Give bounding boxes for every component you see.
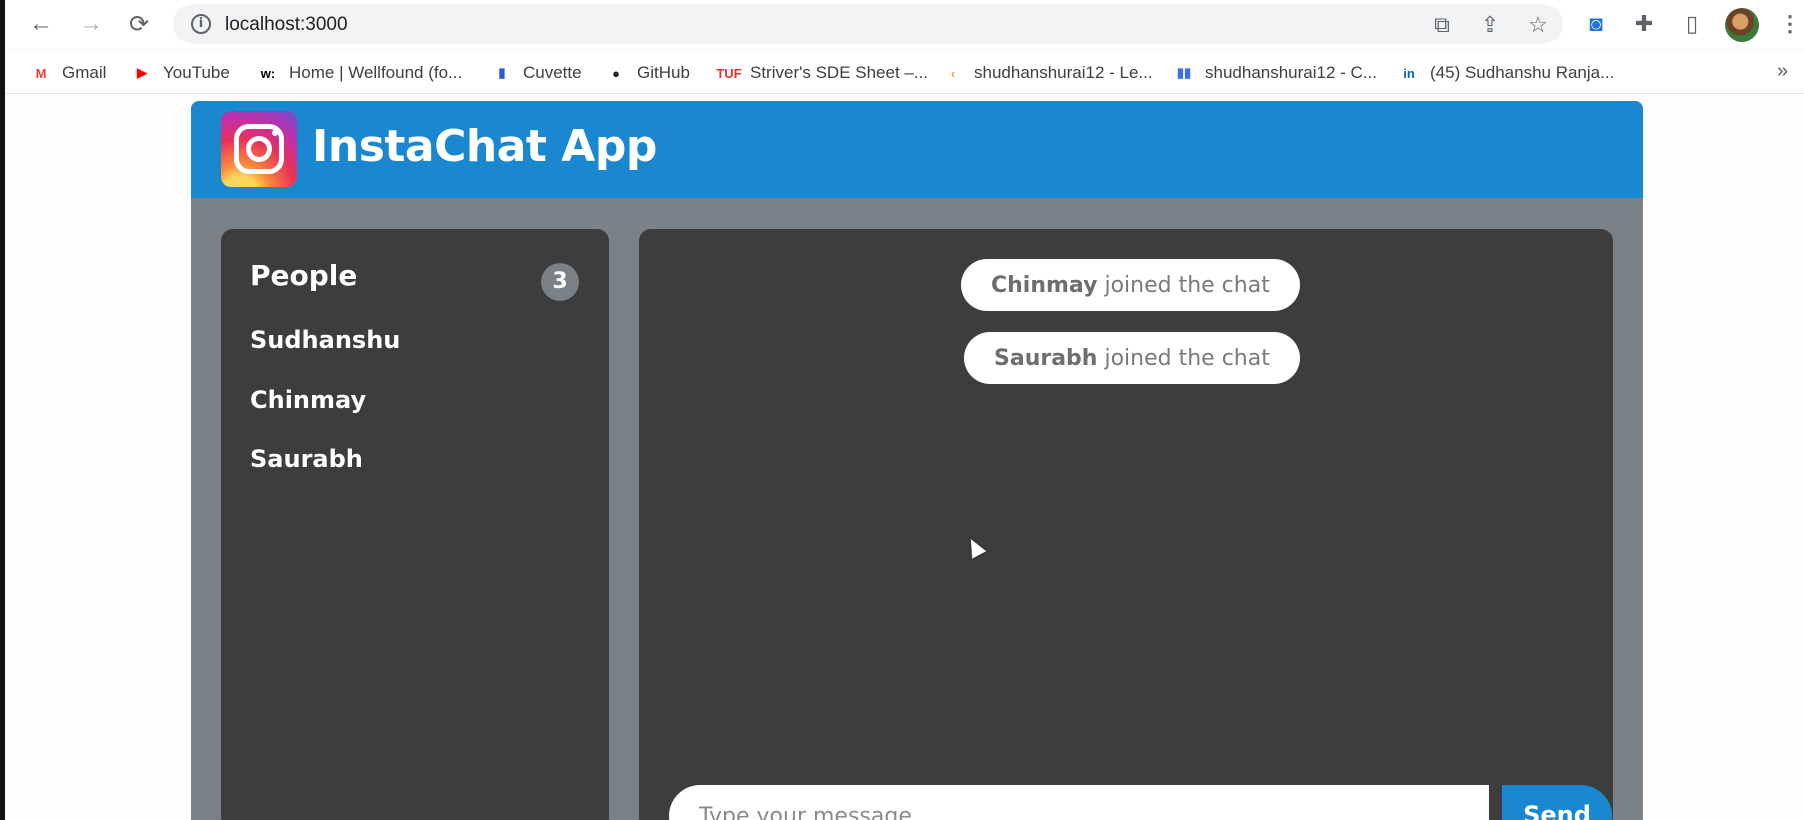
join-notice-name: Saurabh [994,345,1098,371]
person-item: Sudhanshu [250,326,401,354]
join-notice: Saurabh joined the chat [964,332,1300,384]
send-button[interactable]: Send [1502,785,1612,820]
wellfound-icon: w: [260,65,276,81]
cuvette-icon: ▮ [498,65,506,80]
bookmark-label: shudhanshurai12 - Le... [974,63,1153,82]
tuf-icon: TUF [716,65,742,81]
back-icon[interactable]: ← [25,9,57,39]
bookmark-item[interactable]: ‹ shudhanshurai12 - Le... [942,60,1153,86]
instagram-logo-icon [221,111,297,187]
profile-avatar[interactable] [1725,8,1759,42]
browser-toolbar: ← → ⟳ i localhost:3000 ⧉ ⇪ ☆ ◙ ✚ ▯ ⋮ [5,0,1804,48]
bookmark-label: shudhanshurai12 - C... [1205,63,1377,82]
bookmark-item[interactable]: in (45) Sudhanshu Ranja... [1398,60,1614,86]
reload-icon[interactable]: ⟳ [123,9,155,39]
translate-icon[interactable]: ⧉ [1429,12,1455,38]
github-icon: ● [612,65,620,81]
bookmark-label: (45) Sudhanshu Ranja... [1430,63,1615,82]
person-item: Saurabh [250,445,363,473]
url-text[interactable]: localhost:3000 [225,14,348,36]
bookmark-label: GitHub [637,63,690,82]
leetcode-icon: ‹ [950,65,956,81]
bookmark-item[interactable]: ● GitHub [605,60,690,86]
bookmark-item[interactable]: w: Home | Wellfound (fo... [257,60,462,86]
join-notice-name: Chinmay [991,272,1098,298]
site-info-icon[interactable]: i [191,14,211,34]
linkedin-icon: in [1403,65,1415,81]
join-notice-text: joined the chat [1104,345,1270,371]
forward-icon[interactable]: → [75,9,107,39]
menu-kebab-icon[interactable]: ⋮ [1775,9,1804,39]
bookmark-item[interactable]: M Gmail [30,60,107,86]
chat-panel: Chinmay joined the chat Saurabh joined t… [639,229,1613,820]
app-title: InstaChat App [312,121,657,172]
bookmarks-bar: M Gmail ▶ YouTube w: Home | Wellfound (fo... ▮… [5,52,1804,94]
instachat-app: InstaChat App People 3 Sudhanshu Chinmay… [191,101,1643,820]
bookmark-label: Gmail [62,63,107,82]
screen-recorder-icon[interactable]: ◙ [1581,9,1611,39]
bookmark-item[interactable]: ▶ YouTube [131,60,230,86]
bookmark-item[interactable]: ▮▮ shudhanshurai12 - C... [1173,60,1377,86]
bookmark-label: Cuvette [523,63,582,82]
bookmark-item[interactable]: TUF Striver's SDE Sheet –... [716,60,929,86]
youtube-icon: ▶ [137,65,147,80]
people-count-badge: 3 [541,263,579,301]
bookmarks-overflow-icon[interactable]: » [1777,60,1788,83]
app-header: InstaChat App [191,101,1643,198]
extensions-icon[interactable]: ✚ [1629,9,1659,39]
bookmark-star-icon[interactable]: ☆ [1525,12,1551,38]
message-composer: Send [669,785,1612,820]
join-notice: Chinmay joined the chat [961,259,1300,311]
browser-window: ← → ⟳ i localhost:3000 ⧉ ⇪ ☆ ◙ ✚ ▯ ⋮ M Gm… [0,0,1804,820]
person-item: Chinmay [250,386,367,414]
bookmark-label: Striver's SDE Sheet –... [750,63,929,82]
side-panel-icon[interactable]: ▯ [1677,9,1707,39]
bookmark-item[interactable]: ▮ Cuvette [491,60,582,86]
share-icon[interactable]: ⇪ [1477,12,1503,38]
message-input[interactable] [669,785,1489,820]
address-bar[interactable]: i localhost:3000 ⧉ ⇪ ☆ [173,4,1563,44]
people-panel: People 3 Sudhanshu Chinmay Saurabh [221,229,609,820]
bookmark-label: Home | Wellfound (fo... [289,63,463,82]
codechef-icon: ▮▮ [1176,65,1192,80]
join-notice-text: joined the chat [1104,272,1270,298]
bookmark-label: YouTube [163,63,230,82]
gmail-icon: M [35,65,47,81]
people-heading: People [250,259,358,292]
